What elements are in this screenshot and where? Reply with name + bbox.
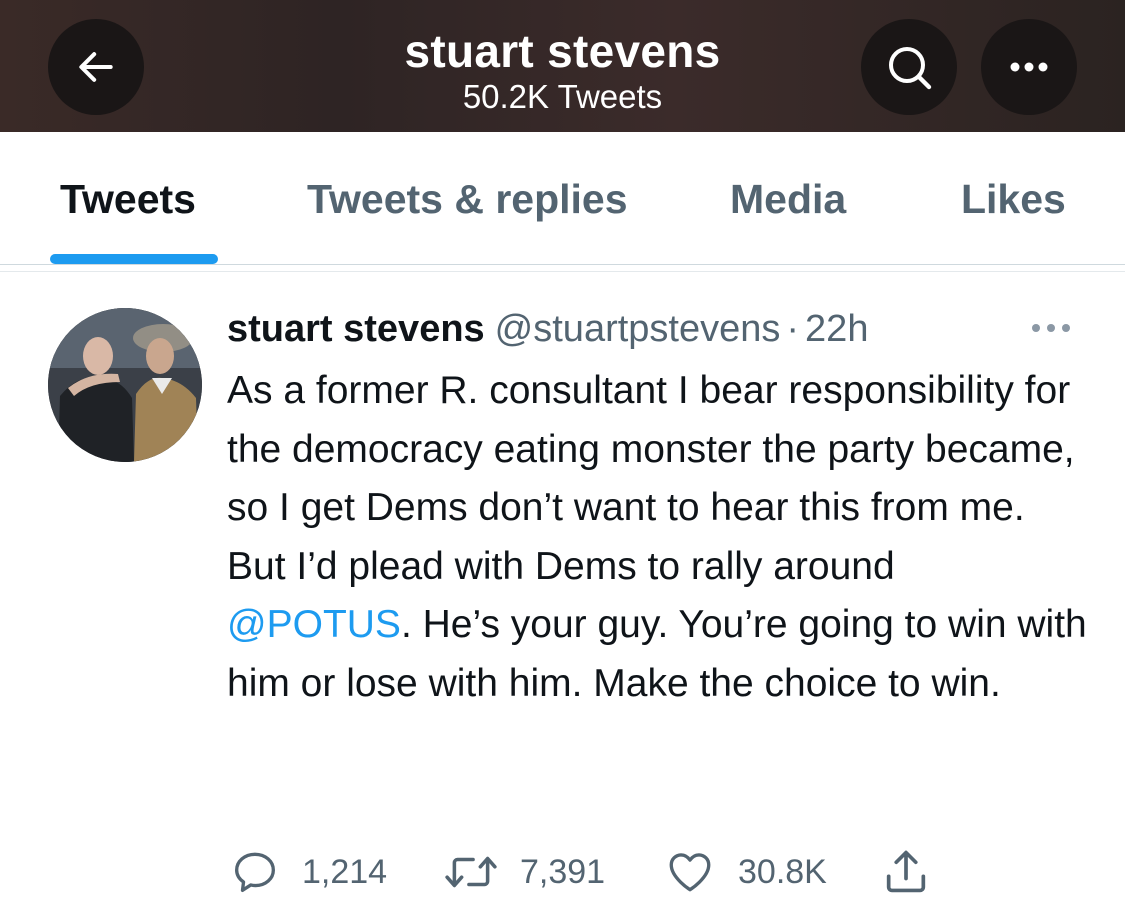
search-button[interactable] [861,19,957,115]
tabs-divider-secondary [0,271,1125,272]
tab-tweets-and-replies[interactable]: Tweets & replies [307,176,628,223]
heart-icon [669,853,711,892]
tweet-count: 50.2K Tweets [462,78,663,115]
share-button[interactable] [880,840,932,904]
author-name[interactable]: stuart stevens [227,308,485,350]
separator-dot: · [786,308,800,350]
reply-icon [235,852,275,892]
active-tab-indicator [50,254,218,264]
avatar-photo [48,308,202,462]
tab-tweets[interactable]: Tweets [60,176,196,223]
tweet-text: As a former R. consultant I bear respons… [227,362,1087,713]
profile-tabs: Tweets Tweets & replies Media Likes [0,132,1125,266]
more-horizontal-icon [1032,324,1070,332]
tweet-more-button[interactable] [1028,318,1074,338]
reply-count: 1,214 [302,852,388,891]
mention-link[interactable]: @POTUS [227,603,401,646]
share-icon [886,850,926,893]
retweet-icon [445,856,497,888]
profile-header: stuart stevens 50.2K Tweets [0,0,1125,132]
like-button[interactable]: 30.8K [664,840,827,904]
reply-button[interactable]: 1,214 [230,840,387,904]
more-options-button[interactable] [981,19,1077,115]
retweet-count: 7,391 [520,852,606,891]
more-horizontal-icon [1010,62,1048,72]
retweet-button[interactable]: 7,391 [444,840,605,904]
tweet-text-part: As a former R. consultant I bear respons… [227,369,1075,588]
search-icon [889,47,932,90]
avatar[interactable] [48,308,202,462]
like-count: 30.8K [738,852,827,891]
tweet-header: stuart stevens @stuartpstevens · 22h [227,306,868,354]
tab-media[interactable]: Media [730,176,846,223]
tweet-timestamp[interactable]: 22h [805,308,868,350]
author-handle[interactable]: @stuartpstevens [495,308,781,350]
tweet-actions: 1,214 7,391 30.8K [0,840,1125,910]
tab-likes[interactable]: Likes [961,176,1066,223]
tabs-divider [0,264,1125,265]
